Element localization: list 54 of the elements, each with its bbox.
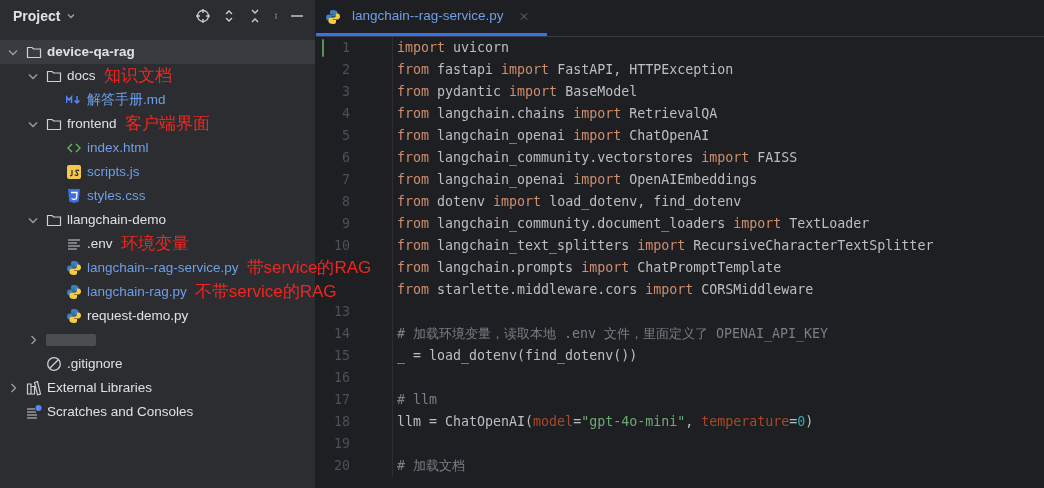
python-icon — [66, 284, 82, 300]
code-line: # llm — [392, 389, 438, 411]
tree-item[interactable]: Scratches and Consoles — [0, 400, 194, 424]
code-line: from langchain.chains import RetrievalQA — [392, 103, 718, 125]
annotation-text: 带service的RAG — [246, 257, 372, 280]
panel-title[interactable]: Project — [13, 5, 61, 27]
python-icon — [66, 260, 82, 276]
code-line: from dotenv import load_dotenv, find_dotenv — [392, 191, 742, 213]
css-file-icon — [66, 188, 82, 204]
annotation-text: 不带service的RAG — [194, 281, 337, 304]
tree-item[interactable]: docs — [0, 64, 96, 88]
code-line: from pydantic import BaseModel — [392, 81, 638, 103]
folder-icon — [46, 68, 62, 84]
python-icon — [325, 8, 341, 25]
prohibited-icon — [46, 356, 62, 372]
tree-item[interactable]: styles.css — [0, 184, 146, 208]
code-line: # 加载环境变量，读取本地 .env 文件，里面定义了 OPENAI_API_KEY — [392, 323, 829, 345]
tree-item[interactable]: 解答手册.md — [0, 88, 166, 112]
crosshair-icon[interactable] — [195, 8, 211, 24]
tree-item[interactable]: .env — [0, 232, 113, 256]
editor-tab[interactable]: langchain--rag-service.py — [316, 0, 547, 36]
code-line: llm = ChatOpenAI(model="gpt-4o-mini", temperature=0) — [392, 411, 814, 433]
js-file-icon — [66, 164, 82, 180]
code-line: from fastapi import FastAPI, HTTPException — [392, 59, 734, 81]
tree-item[interactable]: scripts.js — [0, 160, 140, 184]
tree-item[interactable]: langchain--rag-service.py — [0, 256, 239, 280]
tree-item[interactable]: langchain-rag.py — [0, 280, 187, 304]
code-line: _ = load_dotenv(find_dotenv()) — [392, 345, 638, 367]
code-line: # 加载文档 — [392, 455, 465, 477]
library-icon — [26, 380, 42, 396]
tree-item[interactable]: External Libraries — [0, 376, 153, 400]
code-line: from langchain_community.vectorstores import FAISS — [392, 147, 798, 169]
code-line: from langchain_text_splitters import RecursiveCharacterTextSplitter — [392, 235, 934, 257]
annotation-text: 环境变量 — [120, 233, 189, 256]
code-line: from langchain.prompts import ChatPromptTemplate — [392, 257, 782, 279]
folder-icon — [46, 212, 62, 228]
code-line: from langchain_openai import ChatOpenAI — [392, 125, 710, 147]
scratches-icon — [26, 404, 42, 420]
python-icon — [66, 308, 82, 324]
code-line: from langchain_openai import OpenAIEmbeddings — [392, 169, 758, 191]
folder-icon — [46, 116, 62, 132]
annotation-text: 知识文档 — [103, 65, 172, 88]
code-line: from starlette.middleware.cors import CORSMiddleware — [392, 279, 814, 301]
code-line: import uvicorn — [392, 37, 510, 59]
tree-item[interactable]: frontend — [0, 112, 117, 136]
tree-item[interactable]: llangchain-demo — [0, 208, 167, 232]
text-lines-icon — [66, 236, 82, 252]
redacted-label — [46, 334, 96, 346]
annotation-text: 客户端界面 — [124, 113, 210, 136]
folder-icon — [26, 44, 42, 60]
tree-item[interactable]: index.html — [0, 136, 149, 160]
code-line: from langchain_community.document_loaders import TextLoader — [392, 213, 870, 235]
tree-item[interactable]: request-demo.py — [0, 304, 189, 328]
tree-item[interactable]: .gitignore — [0, 352, 123, 376]
